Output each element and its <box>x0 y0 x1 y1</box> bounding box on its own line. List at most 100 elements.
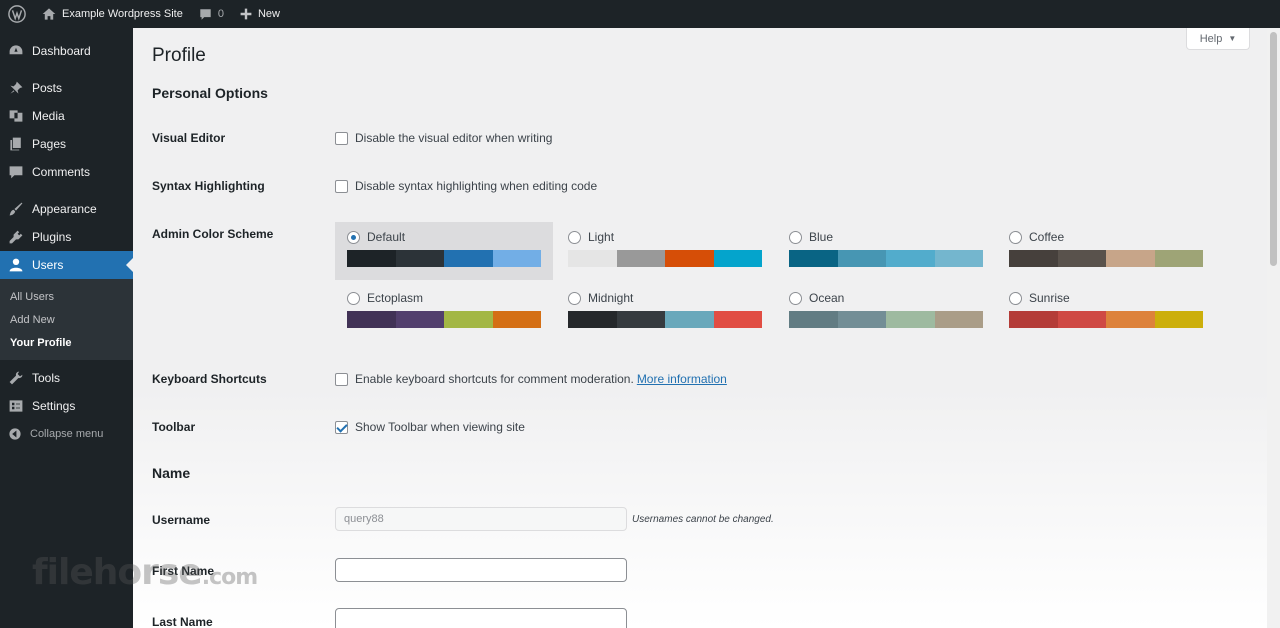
color-swatch <box>934 250 983 267</box>
color-swatches <box>568 250 762 267</box>
site-name: Example Wordpress Site <box>62 8 183 20</box>
color-scheme-option[interactable]: Blue <box>777 222 995 280</box>
comments-link[interactable]: 0 <box>191 0 232 28</box>
color-scheme-option[interactable]: Ocean <box>777 283 995 341</box>
color-swatch <box>665 311 714 328</box>
first-name-input[interactable] <box>335 558 627 582</box>
color-swatch <box>492 250 541 267</box>
color-swatch <box>492 311 541 328</box>
sidebar-item-settings[interactable]: Settings <box>0 392 133 420</box>
sidebar-item-label: Appearance <box>32 202 97 216</box>
color-scheme-radio[interactable] <box>347 291 360 305</box>
username-input[interactable]: query88 <box>335 507 627 531</box>
site-name-link[interactable]: Example Wordpress Site <box>34 0 191 28</box>
color-swatch <box>347 250 396 267</box>
color-swatches <box>347 250 541 267</box>
syntax-highlighting-label: Syntax Highlighting <box>152 179 265 193</box>
color-swatch <box>444 250 493 267</box>
syntax-highlighting-checkbox[interactable] <box>335 179 348 193</box>
pages-icon <box>10 137 21 151</box>
scrollbar-thumb[interactable] <box>1270 32 1277 266</box>
color-scheme-option[interactable]: Sunrise <box>997 283 1215 341</box>
syntax-highlighting-text: Disable syntax highlighting when editing… <box>355 179 598 193</box>
sidebar-item-comments[interactable]: Comments <box>0 158 133 186</box>
color-scheme-radio[interactable] <box>568 291 581 305</box>
color-scheme-label: Coffee <box>1009 230 1203 244</box>
keyboard-shortcuts-option: Enable keyboard shortcuts for comment mo… <box>335 372 727 386</box>
color-swatch <box>789 250 838 267</box>
page-scrollbar[interactable] <box>1267 28 1280 628</box>
color-scheme-name: Ocean <box>809 291 845 305</box>
color-scheme-radio[interactable] <box>1009 291 1022 305</box>
sidebar-item-dashboard[interactable]: Dashboard <box>0 37 133 65</box>
color-scheme-option[interactable]: Coffee <box>997 222 1215 280</box>
admin-sidebar: Dashboard Posts Media Pages Comments App… <box>0 28 133 628</box>
sidebar-item-label: Settings <box>32 399 76 413</box>
color-swatch <box>1106 250 1155 267</box>
toolbar-checkbox[interactable] <box>335 420 348 434</box>
color-scheme-label: Blue <box>789 230 983 244</box>
collapse-menu-button[interactable]: Collapse menu <box>0 420 133 448</box>
color-swatch <box>616 311 665 328</box>
color-scheme-label: Light <box>568 230 762 244</box>
sidebar-item-media[interactable]: Media <box>0 102 133 130</box>
collapse-menu-label: Collapse menu <box>30 428 104 440</box>
color-scheme-radio[interactable] <box>568 230 581 244</box>
color-scheme-radio[interactable] <box>1009 230 1022 244</box>
last-name-input[interactable] <box>335 608 627 628</box>
visual-editor-label: Visual Editor <box>152 131 226 145</box>
comment-icon <box>200 8 211 20</box>
sidebar-item-appearance[interactable]: Appearance <box>0 195 133 223</box>
comments-count: 0 <box>217 8 224 20</box>
color-scheme-label: Default <box>347 230 541 244</box>
sidebar-item-plugins[interactable]: Plugins <box>0 223 133 251</box>
sidebar-item-label: Pages <box>32 137 67 151</box>
color-scheme-name: Sunrise <box>1029 291 1070 305</box>
sidebar-item-users[interactable]: Users <box>0 251 133 279</box>
wordpress-logo-button[interactable] <box>0 0 34 28</box>
color-scheme-radio[interactable] <box>789 230 802 244</box>
new-content-link[interactable]: New <box>232 0 288 28</box>
submenu-item-add-new[interactable]: Add New <box>0 308 133 331</box>
color-scheme-radio[interactable] <box>347 230 360 244</box>
color-scheme-label: Ectoplasm <box>347 291 541 305</box>
color-swatch <box>1057 311 1106 328</box>
color-scheme-option[interactable]: Ectoplasm <box>335 283 553 341</box>
submenu-item-your-profile[interactable]: Your Profile <box>0 331 133 354</box>
color-scheme-option[interactable]: Midnight <box>556 283 774 341</box>
color-scheme-name: Ectoplasm <box>367 291 424 305</box>
brush-icon <box>9 202 23 216</box>
color-scheme-name: Blue <box>809 230 834 244</box>
color-scheme-option[interactable]: Default <box>335 222 553 280</box>
watermark-main: filehorse <box>32 552 203 593</box>
visual-editor-checkbox[interactable] <box>335 131 348 145</box>
color-swatches <box>1009 311 1203 328</box>
help-label: Help <box>1199 32 1223 45</box>
color-swatches <box>347 311 541 328</box>
submenu-item-all-users[interactable]: All Users <box>0 285 133 308</box>
sidebar-item-label: Dashboard <box>32 44 91 58</box>
sidebar-item-tools[interactable]: Tools <box>0 364 133 392</box>
settings-icon <box>9 400 23 412</box>
color-scheme-label: Midnight <box>568 291 762 305</box>
color-swatch <box>1009 311 1058 328</box>
comment-icon <box>9 166 23 179</box>
keyboard-shortcuts-checkbox[interactable] <box>335 372 348 386</box>
more-information-link[interactable]: More information <box>637 372 727 386</box>
visual-editor-option: Disable the visual editor when writing <box>335 131 552 145</box>
toolbar-text: Show Toolbar when viewing site <box>355 420 525 434</box>
color-scheme-radio[interactable] <box>789 291 802 305</box>
sidebar-item-pages[interactable]: Pages <box>0 130 133 158</box>
users-submenu: All Users Add New Your Profile <box>0 279 133 360</box>
sidebar-item-label: Posts <box>32 81 63 95</box>
keyboard-shortcuts-label: Keyboard Shortcuts <box>152 372 267 386</box>
color-scheme-option[interactable]: Light <box>556 222 774 280</box>
help-tab-button[interactable]: Help ▼ <box>1186 28 1250 50</box>
color-swatches <box>568 311 762 328</box>
color-scheme-label: Ocean <box>789 291 983 305</box>
sidebar-item-label: Tools <box>32 371 61 385</box>
sidebar-item-label: Media <box>32 109 65 123</box>
sidebar-item-posts[interactable]: Posts <box>0 74 133 102</box>
plus-icon <box>240 8 252 20</box>
sidebar-item-label: Users <box>32 258 64 272</box>
